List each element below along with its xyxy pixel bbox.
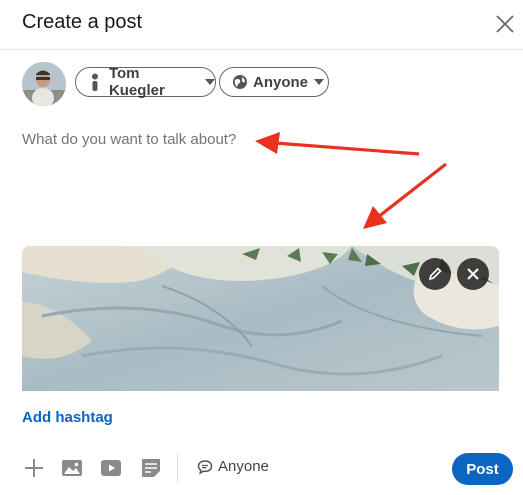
add-photo-button[interactable] — [60, 456, 84, 480]
pencil-icon — [428, 267, 442, 281]
plus-icon — [25, 459, 43, 477]
video-icon — [101, 460, 121, 476]
footer-divider — [177, 452, 178, 484]
annotation-arrow-line — [377, 162, 447, 219]
annotation-arrowhead — [255, 132, 280, 154]
comment-visibility-label: Anyone — [218, 458, 269, 475]
post-button[interactable]: Post — [452, 453, 513, 485]
annotation-arrow-line — [274, 141, 420, 156]
add-document-button[interactable] — [139, 456, 163, 480]
add-video-button[interactable] — [99, 456, 123, 480]
add-content-button[interactable] — [22, 456, 46, 480]
photo-icon — [62, 460, 82, 476]
edit-media-button[interactable] — [419, 258, 451, 290]
close-icon — [467, 268, 479, 280]
comment-icon — [197, 459, 213, 474]
document-icon — [142, 459, 160, 477]
annotation-arrowhead — [363, 206, 387, 229]
comment-control-button[interactable]: Anyone — [197, 458, 269, 475]
remove-media-button[interactable] — [457, 258, 489, 290]
add-hashtag-link[interactable]: Add hashtag — [22, 409, 113, 426]
